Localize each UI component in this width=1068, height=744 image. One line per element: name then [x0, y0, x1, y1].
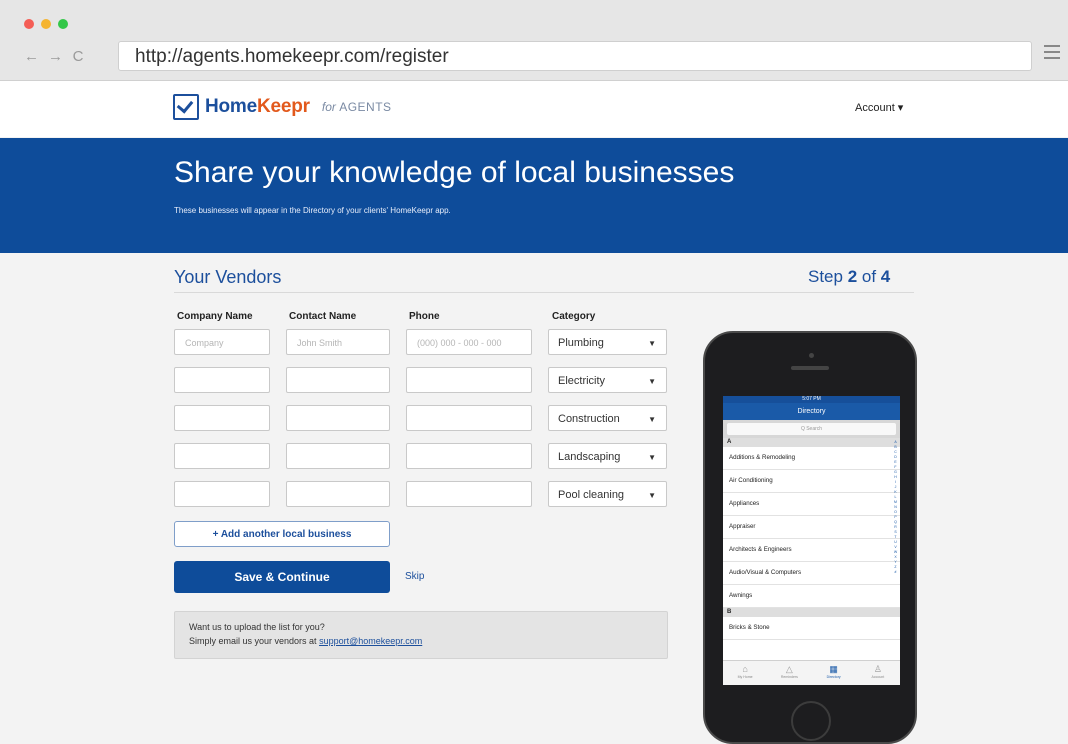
- alphabet-index[interactable]: A B C D E F G H I J K L M N O P Q R S T U V W X Y Z #: [893, 440, 898, 575]
- close-window-dot[interactable]: [24, 19, 34, 29]
- dropdown-caret-icon: ▼: [648, 377, 656, 386]
- directory-item[interactable]: Air Conditioning: [723, 470, 900, 493]
- upload-notice: Want us to upload the list for you? Simp…: [174, 611, 668, 659]
- notice-line-2: Simply email us your vendors at support@…: [189, 636, 423, 646]
- add-business-button[interactable]: + Add another local business: [174, 521, 390, 547]
- phone-field[interactable]: [406, 367, 532, 393]
- tab-account[interactable]: ♙ Account: [856, 661, 900, 685]
- directory-item[interactable]: Bricks & Stone: [723, 617, 900, 640]
- hero-subtitle: These businesses will appear in the Dire…: [174, 206, 451, 215]
- phone-home-button: [791, 701, 831, 741]
- directory-list: A Additions & Remodeling Air Conditionin…: [723, 438, 900, 640]
- checkmark-logo-icon: [173, 94, 199, 120]
- minimize-window-dot[interactable]: [41, 19, 51, 29]
- company-name-field[interactable]: [174, 367, 270, 393]
- directory-item[interactable]: Awnings: [723, 585, 900, 608]
- brand-name: HomeKeepr: [205, 96, 310, 117]
- company-name-field[interactable]: [174, 443, 270, 469]
- contact-name-field[interactable]: [286, 481, 390, 507]
- company-name-field[interactable]: Company: [174, 329, 270, 355]
- skip-link[interactable]: Skip: [405, 571, 424, 582]
- step-indicator: Step 2 of 4: [808, 267, 891, 286]
- contact-name-field[interactable]: [286, 443, 390, 469]
- phone-mockup: 5:07 PM Directory Q Search A Additions &…: [703, 331, 917, 744]
- browser-chrome: ← → C http://agents.homekeepr.com/regist…: [0, 0, 1068, 81]
- category-select[interactable]: Landscaping ▼: [548, 443, 667, 469]
- phone-tab-bar: ⌂ My Home △ Reminders ▦ Directory ♙ Account: [723, 660, 900, 685]
- dropdown-caret-icon: ▼: [648, 491, 656, 500]
- column-header-company: Company Name: [177, 311, 253, 322]
- save-continue-button[interactable]: Save & Continue: [174, 561, 390, 593]
- maximize-window-dot[interactable]: [58, 19, 68, 29]
- dropdown-caret-icon: ▼: [648, 339, 656, 348]
- directory-item[interactable]: Additions & Remodeling: [723, 447, 900, 470]
- account-dropdown[interactable]: Account ▾: [855, 101, 903, 114]
- column-header-category: Category: [552, 311, 596, 322]
- phone-status-bar: 5:07 PM: [723, 396, 900, 403]
- directory-item[interactable]: Appliances: [723, 493, 900, 516]
- section-header-b: B: [723, 608, 900, 617]
- tab-directory[interactable]: ▦ Directory: [812, 661, 856, 685]
- speaker-grille: [791, 366, 829, 370]
- web-page: HomeKeepr for AGENTS Account ▾ Share you…: [0, 81, 1068, 744]
- section-title: Your Vendors: [174, 267, 282, 287]
- hero-title: Share your knowledge of local businesses: [174, 156, 735, 189]
- user-icon: ♙: [873, 664, 882, 674]
- phone-screen: 5:07 PM Directory Q Search A Additions &…: [723, 396, 900, 685]
- phone-search-wrap: Q Search: [723, 420, 900, 438]
- phone-search-field[interactable]: Q Search: [727, 423, 896, 435]
- nav-buttons: ← → C: [24, 48, 84, 65]
- category-select[interactable]: Electricity ▼: [548, 367, 667, 393]
- column-header-phone: Phone: [409, 311, 440, 322]
- directory-header: Directory: [723, 403, 900, 420]
- company-name-field[interactable]: [174, 481, 270, 507]
- category-select[interactable]: Plumbing ▼: [548, 329, 667, 355]
- forward-arrow-icon[interactable]: →: [48, 48, 63, 65]
- tab-reminders[interactable]: △ Reminders: [767, 661, 811, 685]
- contact-name-field[interactable]: John Smith: [286, 329, 390, 355]
- phone-field[interactable]: (000) 000 - 000 - 000: [406, 329, 532, 355]
- url-text[interactable]: http://agents.homekeepr.com/register: [135, 46, 449, 68]
- tab-my-home[interactable]: ⌂ My Home: [723, 661, 767, 685]
- phone-field[interactable]: [406, 405, 532, 431]
- directory-item[interactable]: Architects & Engineers: [723, 539, 900, 562]
- homekeepr-logo[interactable]: HomeKeepr for AGENTS: [173, 94, 392, 120]
- directory-icon: ▦: [829, 664, 838, 674]
- browser-window: ← → C http://agents.homekeepr.com/regist…: [0, 0, 1068, 744]
- section-header-a: A: [723, 438, 900, 447]
- column-header-contact: Contact Name: [289, 311, 357, 322]
- for-agents-label: for AGENTS: [321, 100, 392, 114]
- site-header: HomeKeepr for AGENTS Account ▾: [0, 81, 1068, 137]
- support-email-link[interactable]: support@homekeepr.com: [319, 636, 422, 646]
- phone-field[interactable]: [406, 481, 532, 507]
- category-select[interactable]: Construction ▼: [548, 405, 667, 431]
- section-divider: [174, 292, 914, 293]
- back-arrow-icon[interactable]: ←: [24, 48, 39, 65]
- hero-banner: Share your knowledge of local businesses…: [0, 138, 1068, 253]
- category-select[interactable]: Pool cleaning ▼: [548, 481, 667, 507]
- reload-icon[interactable]: C: [72, 48, 84, 65]
- home-icon: ⌂: [742, 664, 748, 674]
- camera-dot: [809, 353, 814, 358]
- contact-name-field[interactable]: [286, 367, 390, 393]
- directory-item[interactable]: Audio/Visual & Computers: [723, 562, 900, 585]
- notice-line-1: Want us to upload the list for you?: [189, 622, 325, 632]
- dropdown-caret-icon: ▼: [648, 415, 656, 424]
- warning-icon: △: [785, 664, 793, 674]
- phone-field[interactable]: [406, 443, 532, 469]
- address-bar[interactable]: http://agents.homekeepr.com/register: [118, 41, 1032, 71]
- hamburger-menu-icon[interactable]: [1044, 45, 1060, 59]
- company-name-field[interactable]: [174, 405, 270, 431]
- dropdown-caret-icon: ▼: [648, 453, 656, 462]
- directory-item[interactable]: Appraiser: [723, 516, 900, 539]
- contact-name-field[interactable]: [286, 405, 390, 431]
- window-controls: [24, 19, 68, 29]
